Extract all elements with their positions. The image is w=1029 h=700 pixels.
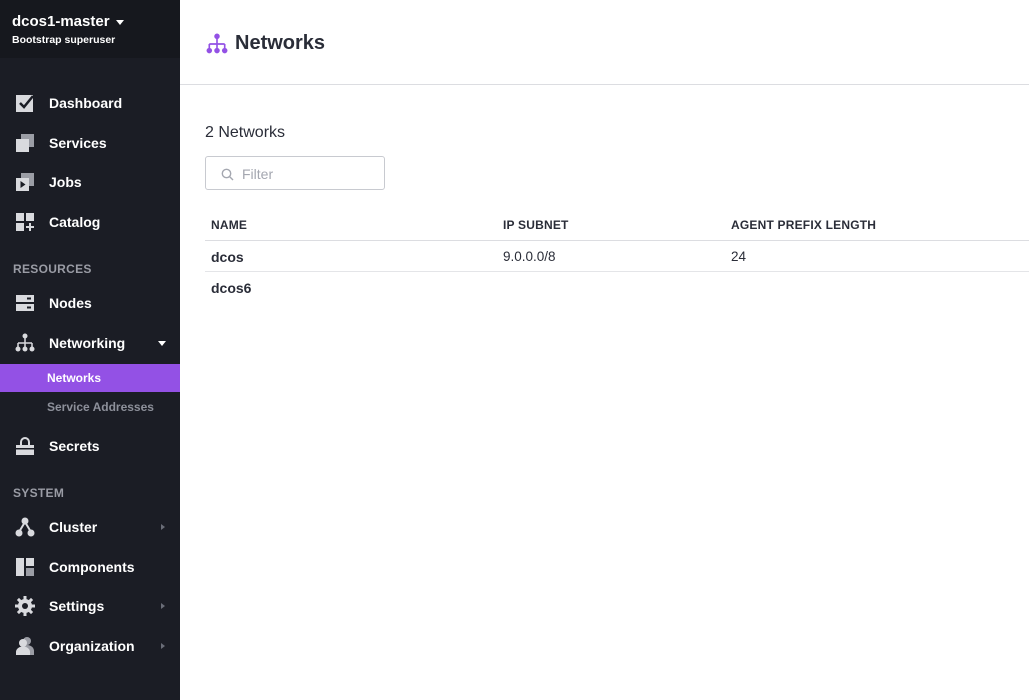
sidebar-subitem-label: Networks xyxy=(47,371,102,385)
networking-icon xyxy=(15,333,35,352)
sidebar-item-secrets[interactable]: Secrets xyxy=(0,428,180,464)
networks-count: 2 Networks xyxy=(205,124,286,141)
chevron-down-icon xyxy=(158,340,166,346)
organization-icon xyxy=(16,637,34,655)
section-heading-resources: RESOURCES xyxy=(13,262,92,276)
gear-icon xyxy=(15,596,35,616)
column-header-agent-prefix-length[interactable]: AGENT PREFIX LENGTH xyxy=(731,218,876,232)
page-title: Networks xyxy=(235,32,326,54)
sidebar-item-label: Components xyxy=(49,559,135,575)
sidebar-item-organization[interactable]: Organization xyxy=(0,628,180,664)
table-row[interactable]: dcos 9.0.0.0/8 24 xyxy=(205,241,1029,272)
catalog-icon xyxy=(16,213,34,231)
sidebar-item-dashboard[interactable]: Dashboard xyxy=(0,85,180,121)
column-header-ip-subnet[interactable]: IP SUBNET xyxy=(503,218,569,232)
sidebar-item-label: Jobs xyxy=(49,174,82,190)
sidebar-subitem-label: Service Addresses xyxy=(47,400,154,414)
page-header: Networks xyxy=(180,0,1029,85)
sidebar-item-label: Nodes xyxy=(49,295,92,311)
sidebar-item-jobs[interactable]: Jobs xyxy=(0,164,180,200)
network-name-link[interactable]: dcos6 xyxy=(211,280,251,296)
table-row[interactable]: dcos6 xyxy=(205,272,1029,303)
sidebar-item-label: Cluster xyxy=(49,519,98,535)
network-name-link[interactable]: dcos xyxy=(211,249,244,265)
cluster-icon xyxy=(15,517,35,537)
sidebar-item-label: Networking xyxy=(49,335,126,351)
chevron-right-icon xyxy=(161,643,165,649)
sidebar-item-components[interactable]: Components xyxy=(0,549,180,585)
table-header: NAME IP SUBNET AGENT PREFIX LENGTH xyxy=(205,208,1029,241)
services-icon xyxy=(16,134,34,152)
ip-subnet-cell: 9.0.0.0/8 xyxy=(503,249,556,264)
sidebar-item-label: Settings xyxy=(49,598,105,614)
sidebar-item-settings[interactable]: Settings xyxy=(0,588,180,624)
sidebar-item-nodes[interactable]: Nodes xyxy=(0,285,180,321)
cluster-name: dcos1-master xyxy=(12,13,110,30)
main-content: Networks 2 Networks NAME IP SUBNET AGENT… xyxy=(180,0,1029,700)
search-icon xyxy=(221,168,234,181)
cluster-dropdown[interactable]: dcos1-master xyxy=(12,13,180,30)
filter-input[interactable] xyxy=(242,164,377,183)
sidebar-item-label: Organization xyxy=(49,638,135,654)
sidebar-item-services[interactable]: Services xyxy=(0,125,180,161)
lock-icon xyxy=(16,437,34,455)
sidebar-item-label: Catalog xyxy=(49,214,101,230)
sidebar-item-catalog[interactable]: Catalog xyxy=(0,204,180,240)
section-heading-system: SYSTEM xyxy=(13,486,65,500)
networking-icon xyxy=(206,33,228,54)
agent-prefix-cell: 24 xyxy=(731,249,747,264)
sidebar-item-label: Dashboard xyxy=(49,95,123,111)
sidebar: dcos1-master Bootstrap superuser Dashboa… xyxy=(0,0,180,700)
sidebar-subitem-networks[interactable]: Networks xyxy=(0,364,180,392)
column-header-name[interactable]: NAME xyxy=(211,218,247,232)
filter-field[interactable] xyxy=(205,156,385,190)
chevron-right-icon xyxy=(161,603,165,609)
components-icon xyxy=(16,558,34,576)
chevron-right-icon xyxy=(161,524,165,530)
sidebar-header: dcos1-master Bootstrap superuser xyxy=(0,0,180,58)
sidebar-item-cluster[interactable]: Cluster xyxy=(0,509,180,545)
dashboard-icon xyxy=(16,95,34,112)
sidebar-item-networking[interactable]: Networking xyxy=(0,325,180,361)
sidebar-item-label: Services xyxy=(49,135,107,151)
chevron-down-icon xyxy=(115,19,124,25)
user-role: Bootstrap superuser xyxy=(12,34,116,46)
networks-table: NAME IP SUBNET AGENT PREFIX LENGTH dcos … xyxy=(205,208,1029,303)
nodes-icon xyxy=(16,295,34,311)
sidebar-subitem-service-addresses[interactable]: Service Addresses xyxy=(0,393,180,421)
jobs-icon xyxy=(16,173,34,191)
sidebar-item-label: Secrets xyxy=(49,438,100,454)
